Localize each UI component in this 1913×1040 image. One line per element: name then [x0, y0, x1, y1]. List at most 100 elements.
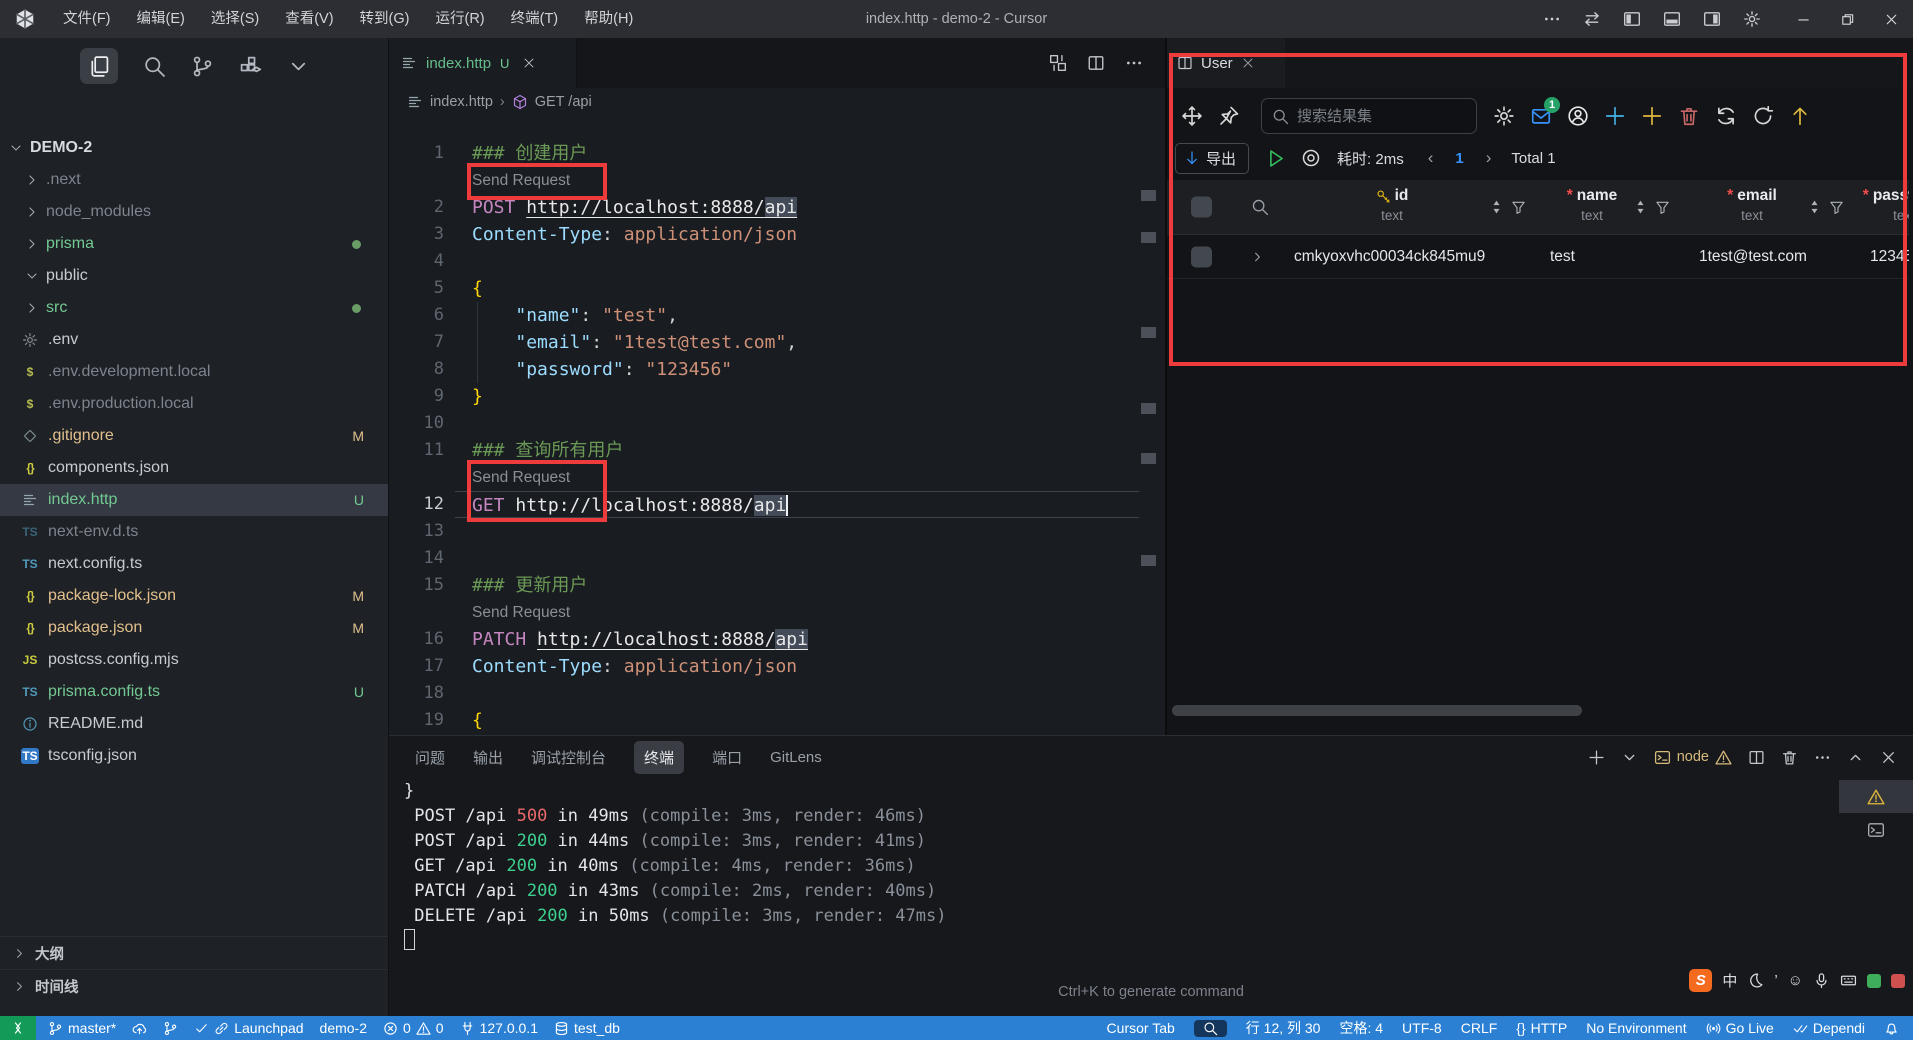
result-search-input[interactable] [1297, 108, 1447, 125]
page-number[interactable]: 1 [1455, 150, 1463, 167]
moon-icon[interactable] [1747, 972, 1764, 989]
statusbar-publish[interactable] [132, 1021, 147, 1036]
menu-h[interactable]: 帮助(H) [571, 0, 646, 38]
restore-button[interactable] [1825, 0, 1869, 38]
tree-item-README.md[interactable]: README.md [0, 708, 388, 740]
arrow-up-icon[interactable] [1789, 105, 1811, 127]
menu-r[interactable]: 运行(R) [422, 0, 497, 38]
statusbar-indent[interactable]: 空格: 4 [1339, 1018, 1383, 1038]
emoji-icon[interactable]: ☺ [1788, 972, 1803, 989]
trash-icon[interactable] [1678, 105, 1700, 127]
run-query-icon[interactable] [1265, 148, 1286, 169]
panel-tab-GitLens[interactable]: GitLens [770, 749, 822, 766]
select-all-checkbox[interactable] [1191, 197, 1212, 218]
next-page-icon[interactable]: › [1486, 148, 1492, 168]
layout-left-icon[interactable] [1623, 10, 1641, 28]
tree-item-next.config.ts[interactable]: TSnext.config.ts [0, 548, 388, 580]
trash-icon[interactable] [1781, 749, 1798, 766]
column-header-password[interactable]: *passwordtext [1861, 187, 1909, 223]
tree-item-.env.development.local[interactable]: $.env.development.local [0, 356, 388, 388]
close-icon[interactable] [1880, 749, 1897, 766]
activity-extensions-icon[interactable] [238, 54, 262, 78]
table-row[interactable]: cmkyoxvhc00034ck845mu9test1test@test.com… [1167, 235, 1909, 279]
cell-name[interactable]: test [1550, 248, 1575, 266]
swap-icon[interactable] [1583, 10, 1601, 28]
refresh-icon[interactable] [1752, 105, 1774, 127]
statusbar-eol[interactable]: CRLF [1461, 1020, 1498, 1036]
layout-bottom-icon[interactable] [1663, 10, 1681, 28]
cell-password[interactable]: 123456 [1870, 248, 1909, 266]
statusbar-launchpad[interactable]: Launchpad [194, 1020, 303, 1036]
filter-icon[interactable] [1655, 200, 1670, 215]
send-request-lens[interactable]: Send Request [455, 599, 1139, 626]
activity-explorer-icon[interactable] [80, 48, 118, 84]
column-header-name[interactable]: *nametext [1549, 187, 1635, 223]
tree-item-package-lock.json[interactable]: {}package-lock.jsonM [0, 580, 388, 612]
chevron-down-icon[interactable] [1621, 749, 1638, 766]
menu-s[interactable]: 选择(S) [198, 0, 272, 38]
tree-item-prisma.config.ts[interactable]: TSprisma.config.tsU [0, 676, 388, 708]
more-icon[interactable] [1543, 10, 1561, 28]
menu-v[interactable]: 查看(V) [272, 0, 346, 38]
tree-item-postcss.config.mjs[interactable]: JSpostcss.config.mjs [0, 644, 388, 676]
chevron-up-icon[interactable] [1847, 749, 1864, 766]
remote-indicator[interactable] [0, 1016, 36, 1040]
activity-chevron-down-icon[interactable] [286, 54, 310, 78]
terminal-item-shell[interactable] [1839, 813, 1913, 846]
tree-item-src[interactable]: src [0, 292, 388, 324]
column-header-email[interactable]: *emailtext [1709, 187, 1795, 223]
menu-e[interactable]: 编辑(E) [124, 0, 198, 38]
punctuation-indicator[interactable]: ’ [1774, 972, 1777, 989]
tree-item-components.json[interactable]: {}components.json [0, 452, 388, 484]
settings-gear-icon[interactable] [1493, 105, 1515, 127]
pin-icon[interactable] [1218, 105, 1240, 127]
timeline-section[interactable]: 时间线 [0, 969, 388, 1002]
split-editor-icon[interactable] [1748, 749, 1765, 766]
tree-item-public[interactable]: public [0, 260, 388, 292]
column-header-id[interactable]: idtext [1349, 187, 1435, 223]
eye-icon[interactable] [1301, 148, 1321, 168]
tree-item-.next[interactable]: .next [0, 164, 388, 196]
tray-tool-icon[interactable] [1891, 974, 1905, 988]
activity-search-icon[interactable] [142, 54, 166, 78]
terminal-output[interactable]: } POST /api 500 in 49ms (compile: 3ms, r… [404, 779, 946, 954]
plus-icon[interactable] [1588, 749, 1605, 766]
tree-item-.gitignore[interactable]: .gitignoreM [0, 420, 388, 452]
tree-item-package.json[interactable]: {}package.jsonM [0, 612, 388, 644]
layout-right-icon[interactable] [1703, 10, 1721, 28]
panel-tab-端口[interactable]: 端口 [712, 747, 742, 768]
result-search-box[interactable] [1261, 98, 1477, 134]
statusbar-graph[interactable] [163, 1021, 178, 1036]
plus-icon[interactable] [1604, 105, 1626, 127]
user-icon[interactable] [1567, 105, 1589, 127]
plus-icon[interactable] [1641, 105, 1663, 127]
export-button[interactable]: 导出 [1175, 143, 1249, 174]
tab-index-http[interactable]: index.http U [389, 38, 577, 88]
tree-item-tsconfig.json[interactable]: TStsconfig.json [0, 740, 388, 772]
sync-icon[interactable] [1715, 105, 1737, 127]
more-icon[interactable] [1125, 54, 1143, 72]
menu-t[interactable]: 终端(T) [498, 0, 572, 38]
tree-item-.env[interactable]: .env [0, 324, 388, 356]
outline-section[interactable]: 大纲 [0, 936, 388, 969]
tab-user-table[interactable]: User [1167, 38, 1285, 88]
compare-icon[interactable] [1049, 54, 1067, 72]
sort-icon[interactable] [1807, 200, 1822, 215]
sort-icon[interactable] [1489, 200, 1504, 215]
statusbar-bell[interactable] [1884, 1021, 1899, 1036]
split-editor-icon[interactable] [1087, 54, 1105, 72]
chevron-right-icon[interactable] [1250, 249, 1265, 264]
panel-tab-输出[interactable]: 输出 [473, 747, 503, 768]
filter-icon[interactable] [1511, 200, 1526, 215]
move-icon[interactable] [1181, 105, 1203, 127]
statusbar-environment[interactable]: No Environment [1586, 1020, 1686, 1036]
statusbar-search[interactable] [1194, 1020, 1227, 1037]
statusbar-branch[interactable]: master* [48, 1020, 116, 1036]
row-checkbox[interactable] [1191, 246, 1212, 267]
panel-tab-终端[interactable]: 终端 [634, 741, 684, 774]
sort-icon[interactable] [1633, 200, 1648, 215]
breadcrumb[interactable]: index.http › GET /api [389, 88, 1165, 116]
statusbar-database[interactable]: test_db [554, 1020, 620, 1036]
cell-id[interactable]: cmkyoxvhc00034ck845mu9 [1294, 248, 1485, 266]
tree-item-DEMO-2[interactable]: DEMO-2 [0, 132, 388, 164]
